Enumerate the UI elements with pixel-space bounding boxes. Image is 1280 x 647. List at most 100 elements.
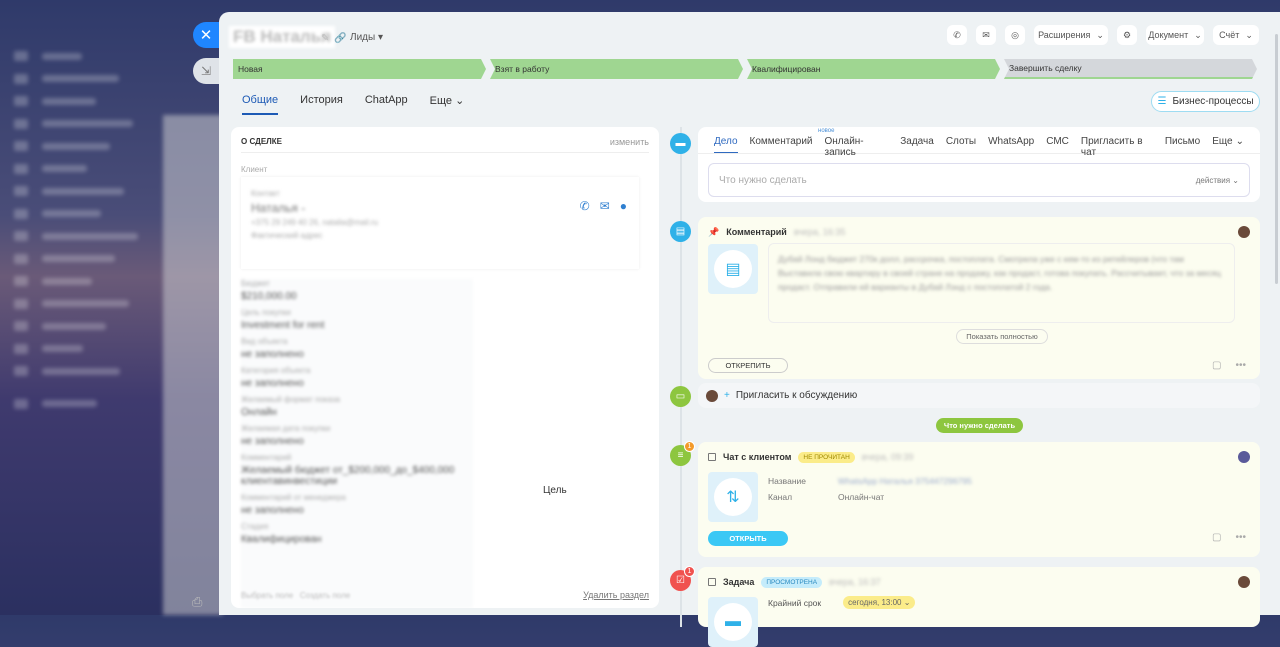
chevron-down-icon: ⌄ xyxy=(1245,29,1253,40)
chat-name: WhatsApp Наталья 375447296795 xyxy=(838,476,972,486)
complete-checkbox[interactable] xyxy=(708,453,716,461)
more-icon[interactable]: ••• xyxy=(1235,532,1246,543)
composer-tab[interactable]: Слоты xyxy=(946,136,976,153)
phone-icon[interactable]: ✆ xyxy=(580,199,590,213)
chat-button[interactable]: ◎ xyxy=(1005,25,1025,45)
mail-icon[interactable]: ✉ xyxy=(600,199,610,213)
composer-tab[interactable]: Пригласить в чат xyxy=(1081,136,1153,158)
activity-icon: ▬ xyxy=(670,133,691,154)
stage-qualified[interactable]: Квалифицирован xyxy=(747,59,1000,79)
comment-card: 📌 Комментарий вчера, 16:35 ▤ Дубай Лонд бю… xyxy=(698,217,1260,379)
link-icon[interactable]: 🔗 xyxy=(334,33,346,44)
print-icon[interactable]: ⎙ xyxy=(192,594,202,610)
stage-finish[interactable]: Завершить сделку xyxy=(1004,59,1257,79)
more-icon[interactable]: ••• xyxy=(1235,360,1246,371)
avatar xyxy=(1238,226,1250,238)
mail-icon: ✉ xyxy=(982,29,990,40)
deal-field[interactable]: Вид объекта не заполнено xyxy=(241,337,473,360)
background-menu-item xyxy=(14,95,96,107)
tab-history[interactable]: История xyxy=(300,94,343,115)
unpin-button[interactable]: ОТКРЕПИТЬ xyxy=(708,358,788,373)
deal-field[interactable]: Желаемая дата покупки не заполнено xyxy=(241,424,473,447)
settings-button[interactable]: ⚙ xyxy=(1117,25,1137,45)
composer: Дело Комментарий Онлайн-запись Задача Слоты W… xyxy=(698,127,1260,202)
chat-icon: ◎ xyxy=(1011,29,1019,40)
pin-icon[interactable]: 📌 xyxy=(708,227,719,238)
avatar xyxy=(1238,576,1250,588)
chat-icon[interactable]: ● xyxy=(620,199,627,213)
composer-tab[interactable]: Онлайн-запись xyxy=(825,136,889,158)
deal-field[interactable]: Стадия Квалифицирован xyxy=(241,522,473,545)
deal-field[interactable]: Бюджет $210,000.00 xyxy=(241,279,473,302)
deal-panel: FB Наталья ✎ 🔗 Лиды ▾ ✆ ✉ ◎ Расширения ⌄ … xyxy=(219,12,1280,647)
delete-section-link[interactable]: Удалить раздел xyxy=(583,590,649,600)
task-deadline: Крайний срок сегодня, 13:00 ⌄ xyxy=(768,596,916,609)
edit-link[interactable]: изменить xyxy=(610,137,649,147)
background-menu-item xyxy=(14,365,120,377)
field-value: не заполнено xyxy=(241,349,304,360)
count-badge: 1 xyxy=(684,566,695,577)
stage-in-work[interactable]: Взят в работу xyxy=(490,59,743,79)
comment-illustration: ▤ xyxy=(708,244,758,294)
note-icon[interactable]: ▢ xyxy=(1212,360,1221,371)
deadline-dropdown[interactable]: сегодня, 13:00 ⌄ xyxy=(843,596,916,609)
field-value: не заполнено xyxy=(241,505,304,516)
invite-discussion[interactable]: + Пригласить к обсуждению xyxy=(698,383,1260,408)
composer-tab[interactable]: WhatsApp xyxy=(988,136,1034,153)
scrollbar[interactable] xyxy=(1275,34,1278,284)
note-icon[interactable]: ▢ xyxy=(1212,532,1221,543)
deal-field[interactable]: Желаемый формат показа Онлайн xyxy=(241,395,473,418)
composer-tab[interactable]: Дело xyxy=(714,136,738,153)
deal-field[interactable]: Цель покупки Investment for rent xyxy=(241,308,473,331)
stage-new[interactable]: Новая xyxy=(233,59,486,79)
composer-tab[interactable]: Задача xyxy=(900,136,934,153)
composer-tab[interactable]: Комментарий xyxy=(750,136,813,153)
deal-field[interactable]: Категория объекта не заполнено xyxy=(241,366,473,389)
plus-icon: + xyxy=(724,390,730,401)
divider xyxy=(241,152,649,153)
document-button[interactable]: Документ ⌄ xyxy=(1146,25,1204,45)
comment-text-box: Дубай Лонд бюджет 270к долл, рассрочка, … xyxy=(768,243,1235,323)
composer-tab[interactable]: СМС xyxy=(1046,136,1069,153)
todo-input[interactable]: Что нужно сделать действия ⌄ xyxy=(708,163,1250,197)
business-processes-button[interactable]: ☰ Бизнес-процессы xyxy=(1151,91,1260,112)
field-label: Желаемая дата покупки xyxy=(241,424,331,433)
minimize-icon: ⇲ xyxy=(200,64,212,78)
email-button[interactable]: ✉ xyxy=(976,25,996,45)
task-title: Задача xyxy=(723,577,755,587)
show-full-button[interactable]: Показать полностью xyxy=(956,329,1048,344)
contact-name[interactable]: Наталья - xyxy=(251,201,629,215)
comment-icon: ▤ xyxy=(670,221,691,242)
background-menu-item xyxy=(14,185,124,197)
complete-checkbox[interactable] xyxy=(708,578,716,586)
open-button[interactable]: ОТКРЫТЬ xyxy=(708,531,788,546)
deal-field[interactable]: Комментарий Желаемый бюджет от_$200,000_д… xyxy=(241,453,473,487)
background-menu-item xyxy=(14,118,133,130)
chevron-down-icon: ⌄ xyxy=(1194,29,1202,40)
background-sidebar xyxy=(0,0,165,615)
call-button[interactable]: ✆ xyxy=(947,25,967,45)
tab-more[interactable]: Еще ⌄ xyxy=(430,94,465,115)
actions-dropdown[interactable]: действия ⌄ xyxy=(1196,176,1239,185)
field-label: Комментарий xyxy=(241,453,292,462)
task-icon: ☑ 1 xyxy=(670,566,695,591)
page-title[interactable]: FB Наталья xyxy=(229,26,336,48)
background-menu-item xyxy=(14,208,101,220)
extensions-button[interactable]: Расширения ⌄ xyxy=(1034,25,1108,45)
deal-field[interactable]: Комментарий от менеджера не заполнено xyxy=(241,493,473,516)
chat-timeline-icon: ≡ 1 xyxy=(670,441,695,466)
select-field-link[interactable]: Выбрать поле xyxy=(241,591,293,600)
category-select[interactable]: Лиды ▾ xyxy=(350,32,383,43)
create-field-link[interactable]: Создать поле xyxy=(300,591,350,600)
tab-general[interactable]: Общие xyxy=(242,94,279,115)
field-label: Бюджет xyxy=(241,279,270,288)
composer-tab[interactable]: Письмо xyxy=(1165,136,1200,153)
background-menu-item xyxy=(14,275,92,287)
edit-icon[interactable]: ✎ xyxy=(321,33,329,44)
phone-icon: ✆ xyxy=(953,29,961,40)
field-label: Стадия xyxy=(241,522,269,531)
field-value: Онлайн xyxy=(241,407,277,418)
invoice-button[interactable]: Счёт ⌄ xyxy=(1213,25,1259,45)
tab-chatapp[interactable]: ChatApp xyxy=(365,94,408,115)
composer-tab[interactable]: Еще xyxy=(1212,136,1232,153)
